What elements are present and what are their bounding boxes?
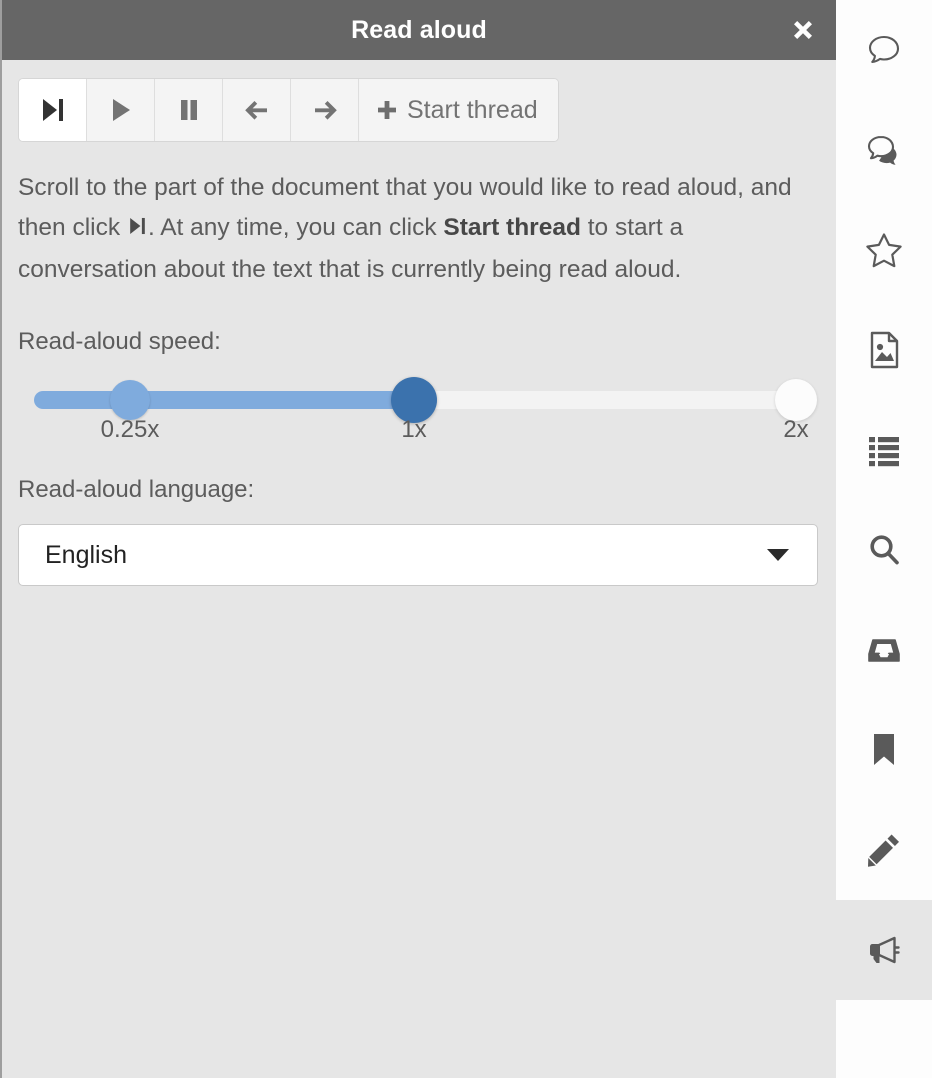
- sidebar-spacer: [836, 1000, 932, 1078]
- skip-to-here-icon: [40, 96, 66, 124]
- slider-tick-min[interactable]: [110, 380, 150, 420]
- pause-icon: [177, 97, 201, 123]
- read-aloud-panel: Read aloud: [0, 0, 836, 1078]
- slider-tick-label-current: 1x: [401, 418, 426, 442]
- language-select-value: English: [19, 543, 127, 568]
- instructions-bold: Start thread: [443, 214, 581, 241]
- read-aloud-toolbar: Start thread: [18, 78, 559, 142]
- start-thread-button[interactable]: Start thread: [359, 79, 558, 141]
- chevron-down-icon: [767, 549, 789, 561]
- language-select[interactable]: English: [18, 524, 818, 586]
- double-speech-bubble-icon: [865, 131, 903, 169]
- pencil-icon: [865, 831, 903, 869]
- skip-to-here-icon-inline: [128, 210, 147, 250]
- slider-tick-label-min: 0.25x: [101, 418, 160, 442]
- image-document-icon: [866, 330, 902, 370]
- bookmark-icon: [868, 731, 900, 769]
- sidebar-item-read-aloud[interactable]: [836, 900, 932, 1000]
- skip-to-here-button[interactable]: [19, 79, 87, 141]
- sidebar-item-conversations[interactable]: [836, 100, 932, 200]
- arrow-left-icon: [243, 97, 271, 123]
- slider-tick-labels: 0.25x 1x 2x: [18, 418, 820, 448]
- close-icon[interactable]: [780, 7, 826, 53]
- instructions-part-2: . At any time, you can click: [148, 214, 443, 241]
- play-button[interactable]: [87, 79, 155, 141]
- speed-label: Read-aloud speed:: [18, 330, 820, 354]
- start-thread-label: Start thread: [407, 98, 538, 123]
- sidebar-item-media[interactable]: [836, 300, 932, 400]
- star-icon: [864, 230, 904, 270]
- speech-bubble-icon: [865, 31, 903, 69]
- page-title: Read aloud: [351, 18, 487, 43]
- list-icon: [865, 433, 903, 467]
- play-icon: [109, 97, 133, 123]
- pause-button[interactable]: [155, 79, 223, 141]
- inbox-tray-icon: [865, 633, 903, 667]
- sidebar-item-favorites[interactable]: [836, 200, 932, 300]
- sidebar-item-search[interactable]: [836, 500, 932, 600]
- panel-header: Read aloud: [2, 0, 836, 60]
- next-button[interactable]: [291, 79, 359, 141]
- app-root: Read aloud: [0, 0, 932, 1078]
- sidebar-item-annotate[interactable]: [836, 800, 932, 900]
- language-label: Read-aloud language:: [18, 478, 820, 502]
- megaphone-icon: [864, 931, 904, 969]
- previous-button[interactable]: [223, 79, 291, 141]
- magnifier-icon: [865, 531, 903, 569]
- arrow-right-icon: [311, 97, 339, 123]
- sidebar-item-outline[interactable]: [836, 400, 932, 500]
- right-sidebar: [836, 0, 932, 1078]
- slider-fill: [34, 391, 414, 409]
- instructions-text: Scroll to the part of the document that …: [18, 168, 818, 290]
- speed-slider[interactable]: 0.25x 1x 2x: [18, 378, 820, 438]
- plus-icon: [375, 98, 399, 122]
- sidebar-item-inbox[interactable]: [836, 600, 932, 700]
- panel-body: Start thread Scroll to the part of the d…: [2, 60, 836, 1078]
- slider-tick-label-max: 2x: [783, 418, 808, 442]
- sidebar-item-comment[interactable]: [836, 0, 932, 100]
- sidebar-item-bookmarks[interactable]: [836, 700, 932, 800]
- slider-tick-max[interactable]: [775, 379, 817, 421]
